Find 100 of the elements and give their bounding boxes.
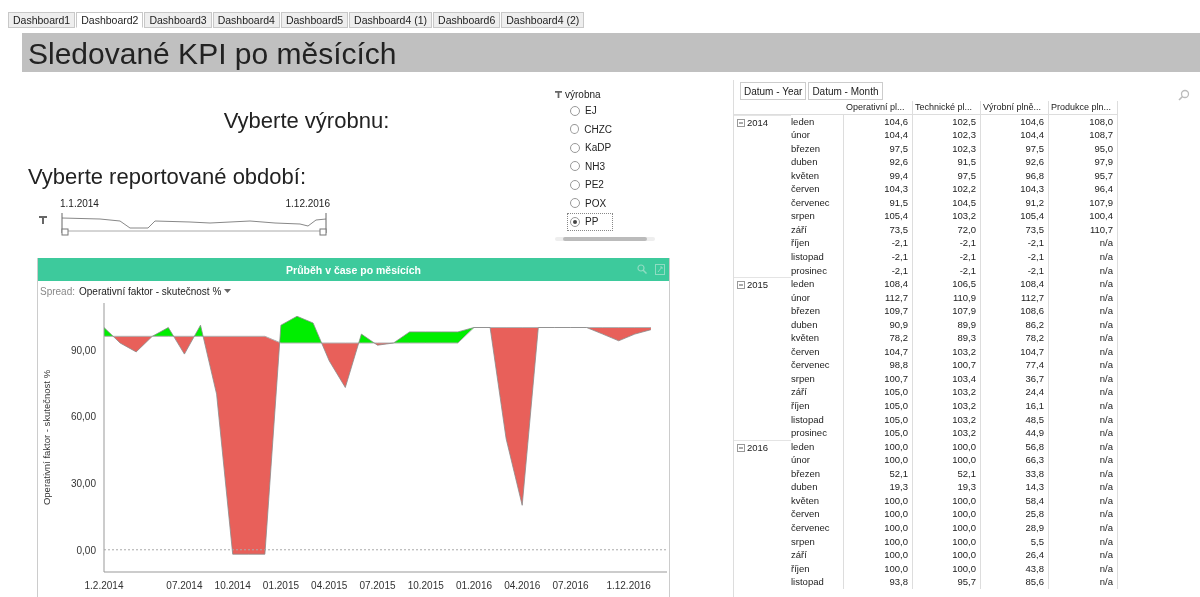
column-header[interactable]: Technické pl... bbox=[913, 101, 981, 115]
table-cell: 104,4 bbox=[981, 128, 1049, 142]
table-cell: 110,7 bbox=[1049, 222, 1118, 237]
month-label: říjen bbox=[791, 399, 844, 413]
table-cell: 109,7 bbox=[844, 304, 913, 318]
table-cell: n/a bbox=[1049, 344, 1118, 359]
sheet-tab[interactable]: Dashboard5 bbox=[280, 12, 349, 28]
timeline-start-label: 1.1.2014 bbox=[60, 198, 99, 209]
sheet-tab[interactable]: Dashboard1 bbox=[8, 12, 76, 28]
table-cell: 19,3 bbox=[913, 480, 981, 494]
table-cell: 104,3 bbox=[844, 182, 913, 196]
table-cell: -2,1 bbox=[844, 263, 913, 278]
radio-button[interactable] bbox=[570, 124, 580, 134]
radio-button[interactable] bbox=[570, 161, 580, 171]
table-cell: 103,2 bbox=[913, 399, 981, 413]
table-cell: n/a bbox=[1049, 331, 1118, 345]
table-cell: 96,8 bbox=[981, 168, 1049, 183]
table-cell: -2,1 bbox=[981, 250, 1049, 264]
filter-icon[interactable] bbox=[555, 90, 562, 98]
month-label: listopad bbox=[791, 412, 844, 427]
collapse-icon[interactable] bbox=[737, 443, 745, 452]
slicer-option[interactable]: PE2 bbox=[568, 176, 612, 193]
sheet-tab[interactable]: Dashboard4 (2) bbox=[501, 12, 585, 28]
radio-button[interactable] bbox=[570, 216, 580, 227]
table-cell: n/a bbox=[1049, 290, 1118, 305]
radio-button[interactable] bbox=[570, 105, 580, 116]
dashboard-title: Sledované KPI po měsících bbox=[27, 37, 397, 72]
month-label: srpen bbox=[791, 371, 844, 386]
month-label: prosinec bbox=[791, 426, 844, 440]
slicer-option[interactable]: KaDP bbox=[568, 139, 612, 156]
slicer-option[interactable]: EJ bbox=[568, 102, 612, 119]
radio-button[interactable] bbox=[570, 198, 580, 208]
table-cell: n/a bbox=[1049, 493, 1118, 508]
spread-dropdown[interactable]: Operativní faktor - skutečnost % bbox=[79, 285, 232, 297]
table-cell: -2,1 bbox=[913, 250, 981, 264]
collapse-icon[interactable] bbox=[737, 118, 745, 127]
table-cell: 16,1 bbox=[981, 399, 1049, 413]
table-cell: 98,8 bbox=[844, 358, 913, 372]
table-cell: 102,2 bbox=[913, 182, 981, 196]
table-cell: 96,4 bbox=[1049, 182, 1118, 196]
slicer-option[interactable]: PP bbox=[568, 213, 612, 230]
column-header[interactable]: Výrobní plně... bbox=[981, 101, 1049, 115]
table-cell: 78,2 bbox=[844, 331, 913, 345]
radio-button[interactable] bbox=[570, 179, 580, 190]
slicer-option[interactable]: CHZC bbox=[568, 121, 612, 137]
table-cell: n/a bbox=[1049, 236, 1118, 250]
timeline-sparkline[interactable] bbox=[60, 211, 330, 237]
table-cell: 100,0 bbox=[844, 561, 913, 576]
month-label: duben bbox=[791, 317, 844, 332]
month-label: srpen bbox=[791, 534, 844, 549]
table-cell: 100,0 bbox=[844, 548, 913, 562]
table-cell: 108,6 bbox=[981, 304, 1049, 318]
expand-icon[interactable] bbox=[655, 264, 665, 275]
table-cell: -2,1 bbox=[981, 236, 1049, 250]
search-icon[interactable] bbox=[1178, 89, 1190, 101]
table-cell: 73,5 bbox=[844, 222, 913, 237]
month-label: listopad bbox=[791, 250, 844, 264]
month-label: červenec bbox=[791, 520, 844, 535]
table-cell: n/a bbox=[1049, 250, 1118, 264]
month-label: únor bbox=[791, 128, 844, 142]
sheet-tab[interactable]: Dashboard2 bbox=[76, 12, 144, 28]
table-cell: n/a bbox=[1049, 534, 1118, 549]
table-cell: 100,0 bbox=[844, 493, 913, 508]
month-label: říjen bbox=[791, 561, 844, 576]
sheet-tab[interactable]: Dashboard3 bbox=[144, 12, 212, 28]
month-label: prosinec bbox=[791, 263, 844, 278]
row-field-button[interactable]: Datum - Month bbox=[808, 82, 883, 100]
filter-icon[interactable] bbox=[39, 216, 47, 224]
table-cell: n/a bbox=[1049, 507, 1118, 521]
column-header[interactable]: Operativní pl... bbox=[844, 101, 913, 115]
table-cell: n/a bbox=[1049, 426, 1118, 440]
month-label: březen bbox=[791, 304, 844, 318]
table-cell: 103,2 bbox=[913, 344, 981, 359]
slicer-option[interactable]: NH3 bbox=[568, 158, 612, 174]
table-cell: 103,2 bbox=[913, 412, 981, 427]
search-icon[interactable] bbox=[637, 264, 647, 274]
column-header[interactable]: Produkce pln... bbox=[1049, 101, 1118, 115]
table-cell: 100,0 bbox=[844, 453, 913, 467]
table-cell: 100,0 bbox=[913, 439, 981, 454]
row-field-button[interactable]: Datum - Year bbox=[740, 82, 807, 100]
x-tick-label: 07.2014 bbox=[166, 580, 203, 591]
sheet-tab[interactable]: Dashboard6 bbox=[433, 12, 501, 28]
slicer-option[interactable]: POX bbox=[568, 195, 612, 211]
table-cell: -2,1 bbox=[913, 263, 981, 278]
table-cell: 91,2 bbox=[981, 195, 1049, 210]
sheet-tab[interactable]: Dashboard4 (1) bbox=[349, 12, 433, 28]
table-cell: n/a bbox=[1049, 453, 1118, 467]
table-cell: 105,0 bbox=[844, 412, 913, 427]
month-label: leden bbox=[791, 277, 844, 291]
collapse-icon[interactable] bbox=[737, 281, 745, 290]
sheet-tab[interactable]: Dashboard4 bbox=[212, 12, 280, 28]
year-label: 2015 bbox=[747, 280, 769, 291]
table-cell: -2,1 bbox=[981, 263, 1049, 278]
table-cell: n/a bbox=[1049, 548, 1118, 562]
radio-button[interactable] bbox=[570, 142, 580, 153]
scrollbar[interactable] bbox=[555, 236, 655, 241]
table-cell: 93,8 bbox=[844, 575, 913, 589]
table-cell: 112,7 bbox=[981, 290, 1049, 305]
year-label: 2014 bbox=[747, 117, 769, 128]
table-cell: n/a bbox=[1049, 358, 1118, 372]
